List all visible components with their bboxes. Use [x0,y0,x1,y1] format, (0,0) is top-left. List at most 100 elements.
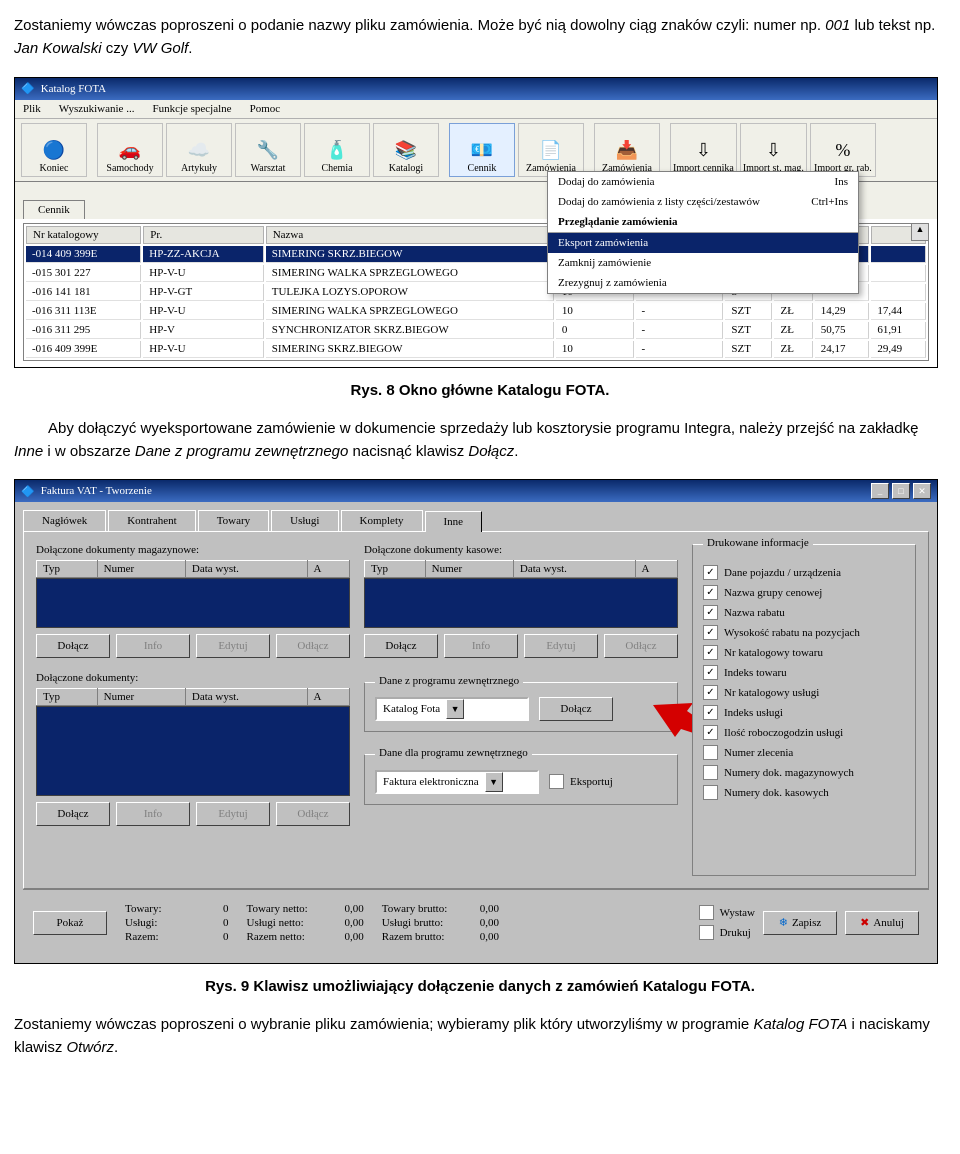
dolacz-button[interactable]: Dołącz [539,697,613,721]
toolbar-katalogi[interactable]: 📚Katalogi [373,123,439,177]
table-row[interactable]: -016 311 113EHP-V-USIMERING WALKA SPRZEG… [26,303,926,320]
zapisz-button[interactable]: ❄Zapisz [763,911,837,935]
toolbar-zamwienia[interactable]: 📄Zamówienia [518,123,584,177]
table-row[interactable]: -016 311 295HP-VSYNCHRONIZATOR SKRZ.BIEG… [26,322,926,339]
checkbox-numery-dok--magazynowych[interactable]: ✓Numery dok. magazynowych [703,765,905,780]
tab-inne[interactable]: Inne [425,511,483,532]
table-dokumenty[interactable]: TypNumerData wyst.A [36,688,350,706]
table-dok-mag[interactable]: TypNumerData wyst.A [36,560,350,578]
column-header[interactable]: Data wyst. [185,689,307,706]
table-dok-kasowe[interactable]: TypNumerData wyst.A [364,560,678,578]
paragraph-2: Aby dołączyć wyeksportowane zamówienie w… [14,417,946,464]
dropdown-item[interactable]: Dodaj do zamówienia z listy części/zesta… [548,192,858,212]
checkbox-drukuj[interactable]: ✓Drukuj [699,925,755,940]
checkbox-wysoko---rabatu-na-pozycjach[interactable]: ✓Wysokość rabatu na pozycjach [703,625,905,640]
combo-eksport[interactable]: Faktura elektroniczna▼ [375,770,539,794]
toolbar-icon: 🔧 [257,140,279,161]
menu-item[interactable]: Plik [23,103,41,115]
window-title: Faktura VAT - Tworzenie [41,485,152,497]
odłącz-button: Odłącz [604,634,678,658]
dołącz-button[interactable]: Dołącz [364,634,438,658]
maximize-icon[interactable]: □ [892,483,910,499]
column-header[interactable]: Nr katalogowy [26,226,141,244]
toolbar-importcennika[interactable]: ⇩Import cennika [670,123,737,177]
toolbar-cennik[interactable]: 💶Cennik [449,123,515,177]
column-header[interactable]: Typ [37,689,98,706]
toolbar-koniec[interactable]: 🔵Koniec [21,123,87,177]
checkbox-wystaw[interactable]: ✓Wystaw [699,905,755,920]
toolbar-icon: ⇩ [766,140,781,161]
toolbar-icon: 🧴 [326,140,348,161]
column-header[interactable]: A [307,689,349,706]
column-header[interactable]: Numer [425,561,513,578]
column-header[interactable]: A [307,561,349,578]
status-value: Towary netto:0,00 [247,903,364,915]
toolbar-importgrrab[interactable]: %Import gr. rab. [810,123,876,177]
groupbox-dane-zewnetrzne: Dane z programu zewnętrznego Katalog Fot… [364,682,678,732]
checkbox-nazwa-grupy-cenowej[interactable]: ✓Nazwa grupy cenowej [703,585,905,600]
tab-kontrahent[interactable]: Kontrahent [108,510,195,531]
column-header[interactable]: A [635,561,677,578]
checkbox-ilo---roboczogodzin-us-ugi[interactable]: ✓Ilość roboczogodzin usługi [703,725,905,740]
toolbar-zamwienia[interactable]: 📥Zamówienia [594,123,660,177]
column-header[interactable]: Typ [37,561,98,578]
menu-item[interactable]: Pomoc [250,103,281,115]
dropdown-item[interactable]: Dodaj do zamówieniaIns [548,172,858,192]
status-value: Razem brutto:0,00 [382,931,499,943]
tab-komplety[interactable]: Komplety [341,510,423,531]
zamowienia-dropdown[interactable]: Dodaj do zamówieniaInsDodaj do zamówieni… [547,171,859,294]
figure-katalog-fota: 🔷 Katalog FOTA PlikWyszukiwanie ...Funkc… [14,77,938,368]
column-header[interactable]: Pr. [143,226,263,244]
checkbox-indeks-towaru[interactable]: ✓Indeks towaru [703,665,905,680]
menu-item[interactable]: Wyszukiwanie ... [59,103,135,115]
anuluj-button[interactable]: ✖Anuluj [845,911,919,935]
tab-nagłówek[interactable]: Nagłówek [23,510,106,531]
checkbox-nr-katalogowy-towaru[interactable]: ✓Nr katalogowy towaru [703,645,905,660]
close-icon[interactable]: ✕ [913,483,931,499]
tab-cennik[interactable]: Cennik [23,200,85,219]
table-row[interactable]: -016 409 399EHP-V-USIMERING SKRZ.BIEGOW1… [26,341,926,358]
chevron-down-icon[interactable]: ▼ [446,699,464,719]
titlebar: 🔷 Faktura VAT - Tworzenie _ □ ✕ [15,480,937,502]
menu-item[interactable]: Funkcje specjalne [152,103,231,115]
toolbar-samochody[interactable]: 🚗Samochody [97,123,163,177]
toolbar-icon: 🚗 [119,140,141,161]
dropdown-item[interactable]: Zrezygnuj z zamówienia [548,273,858,293]
menubar[interactable]: Plik Wyszukiwanie ... Funkcje specjalne Pom… [15,100,937,119]
toolbar-importstmag[interactable]: ⇩Import st. mag. [740,123,807,177]
toolbar-artykuy[interactable]: ☁️Artykuły [166,123,232,177]
checkbox-nazwa-rabatu[interactable]: ✓Nazwa rabatu [703,605,905,620]
tabs[interactable]: NagłówekKontrahentTowaryUsługiKompletyIn… [23,510,929,531]
combo-program[interactable]: Katalog Fota▼ [375,697,529,721]
group-caption: Dołączone dokumenty magazynowe: [36,544,350,556]
toolbar-icon: % [835,140,850,161]
group-caption: Dane dla programu zewnętrznego [375,747,532,759]
checkbox-eksportuj[interactable]: ✓Eksportuj [549,774,613,789]
toolbar-chemia[interactable]: 🧴Chemia [304,123,370,177]
minimize-icon[interactable]: _ [871,483,889,499]
pokaz-button[interactable]: Pokaż [33,911,107,935]
checkbox-numery-dok--kasowych[interactable]: ✓Numery dok. kasowych [703,785,905,800]
checkbox-indeks-us-ugi[interactable]: ✓Indeks usługi [703,705,905,720]
checkbox-dane-pojazdu---urz-dzenia[interactable]: ✓Dane pojazdu / urządzenia [703,565,905,580]
scroll-up-icon[interactable]: ▲ [911,223,929,241]
checkbox-nr-katalogowy-us-ugi[interactable]: ✓Nr katalogowy usługi [703,685,905,700]
dropdown-item[interactable]: Zamknij zamówienie [548,253,858,273]
tab-towary[interactable]: Towary [198,510,269,531]
column-header[interactable]: Data wyst. [513,561,635,578]
toolbar-warsztat[interactable]: 🔧Warsztat [235,123,301,177]
tab-usługi[interactable]: Usługi [271,510,338,531]
column-header[interactable]: Numer [97,561,185,578]
column-header[interactable]: Data wyst. [185,561,307,578]
dołącz-button[interactable]: Dołącz [36,802,110,826]
groupbox-dok-kasowe: Dołączone dokumenty kasowe: TypNumerData… [364,544,678,658]
checkbox-numer-zlecenia[interactable]: ✓Numer zlecenia [703,745,905,760]
dołącz-button[interactable]: Dołącz [36,634,110,658]
dropdown-item[interactable]: Eksport zamówienia [548,233,858,253]
figure-faktura-vat: 🔷 Faktura VAT - Tworzenie _ □ ✕ Nagłówek… [14,479,938,964]
column-header[interactable]: Nazwa [266,226,554,244]
dropdown-item[interactable]: Przeglądanie zamówienia [548,212,858,232]
column-header[interactable]: Numer [97,689,185,706]
chevron-down-icon[interactable]: ▼ [485,772,503,792]
column-header[interactable]: Typ [365,561,426,578]
